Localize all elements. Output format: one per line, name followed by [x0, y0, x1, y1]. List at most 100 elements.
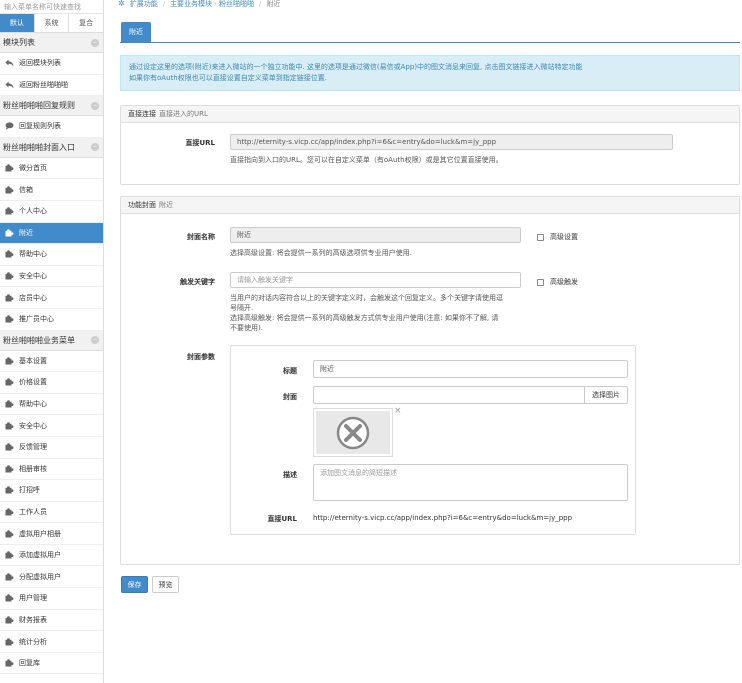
preview-button[interactable]: 预览: [152, 576, 179, 593]
sidebar-item[interactable]: 相册审核: [0, 459, 103, 481]
direct-url-help: 直接指向到入口的URL。您可以在自定义菜单（有oAuth权限）或是其它位置直接使…: [230, 156, 503, 164]
panel-title: 功能封面: [128, 201, 156, 209]
puzzle-icon: [5, 357, 14, 365]
sidebar-item-label: 店员中心: [19, 293, 47, 302]
sidebar-section-title: 粉丝啪啪啪封面入口: [3, 142, 75, 152]
title-input[interactable]: 附近: [313, 360, 628, 378]
sidebar-item[interactable]: 微分首页: [0, 158, 103, 180]
sidebar-item[interactable]: 工作人员: [0, 502, 103, 524]
sidebar-item[interactable]: 返回粉丝啪啪啪: [0, 75, 103, 97]
image-label: 封面: [283, 393, 297, 401]
collapse-icon[interactable]: −: [91, 38, 99, 47]
cover-name-label: 封面名称: [187, 233, 215, 241]
sidebar-item[interactable]: 安全中心: [0, 266, 103, 288]
sidebar-item[interactable]: 帮助中心: [0, 244, 103, 266]
panel-subtitle: 附近: [159, 201, 173, 209]
sidebar-item[interactable]: 个人中心: [0, 201, 103, 223]
puzzle-icon: [5, 378, 14, 386]
sidebar-item-label: 安全中心: [19, 272, 47, 281]
sidebar-section-header[interactable]: 粉丝啪啪啪业务菜单 −: [0, 330, 103, 351]
sidebar-section-header[interactable]: 粉丝啪啪啪回复规则 −: [0, 96, 103, 117]
cover-name-help: 选择高级设置: 将会提供一系列的高级选项供专业用户使用.: [230, 249, 412, 257]
cover-params-label: 封面参数: [187, 353, 215, 361]
keyword-label: 触发关键字: [180, 278, 215, 286]
sidebar-section-header[interactable]: 粉丝啪啪啪封面入口 −: [0, 137, 103, 158]
save-button[interactable]: 保存: [121, 576, 148, 593]
tab-composite[interactable]: 复合: [69, 14, 103, 32]
cover-panel: 功能封面 附近 封面名称 附近 高级设置 选择高级设置: 将会提供一系列的高级选…: [120, 196, 740, 565]
cover-params-box: 标题 附近 封面 选择图片 × 描述 添加图文消息的简短描述 直接URL htt…: [230, 345, 636, 535]
help-line: 当用户的对话内容符合以上的关键字定义时，会触发这个回复定义。多个关键字请使用逗: [230, 294, 503, 302]
tab-underline: [120, 42, 740, 43]
choose-image-button[interactable]: 选择图片: [584, 386, 628, 404]
image-placeholder-icon: [316, 411, 390, 454]
puzzle-icon: [5, 659, 14, 667]
sidebar-item[interactable]: 推广员中心: [0, 309, 103, 331]
sidebar-item-label: 工作人员: [19, 507, 47, 516]
breadcrumb-link-extensions[interactable]: 扩展功能: [130, 0, 158, 9]
sidebar-item-label: 帮助中心: [19, 250, 47, 259]
puzzle-icon: ✲: [118, 0, 125, 8]
reply-icon: [5, 81, 14, 89]
sidebar-item-label: 回复库: [19, 659, 40, 668]
sidebar-item[interactable]: 返回模块列表: [0, 53, 103, 75]
main-content: ✲ 扩展功能 / 主要业务模块 - 粉丝啪啪啪 / 附近 附近 通过设定这里的选…: [104, 0, 742, 683]
image-url-input[interactable]: [313, 386, 585, 404]
puzzle-icon: [5, 421, 14, 430]
panel-title: 直接连接: [128, 110, 156, 118]
checkbox-box: [537, 278, 544, 286]
sidebar-item[interactable]: 价格设置: [0, 372, 103, 394]
sidebar-item[interactable]: 打招呼: [0, 480, 103, 502]
image-preview: [313, 408, 393, 457]
advanced-settings-checkbox[interactable]: 高级设置: [537, 232, 578, 242]
tab-nearby[interactable]: 附近: [121, 22, 151, 42]
keyword-input[interactable]: 请输入触发关键字: [230, 272, 521, 288]
cover-name-field[interactable]: 附近: [230, 227, 521, 243]
remove-image-icon[interactable]: ×: [394, 406, 402, 416]
sidebar-item[interactable]: 安全中心: [0, 415, 103, 437]
collapse-icon[interactable]: −: [91, 336, 99, 345]
puzzle-icon: [5, 207, 14, 215]
collapse-icon[interactable]: −: [91, 101, 99, 110]
puzzle-icon: [5, 185, 14, 194]
sidebar-item[interactable]: 反馈管理: [0, 437, 103, 459]
sidebar-item-label: 打招呼: [19, 486, 40, 495]
sidebar-item[interactable]: 添加虚拟用户: [0, 545, 103, 567]
menu-search-input[interactable]: 输入菜单名称可快速查找: [0, 0, 103, 14]
description-textarea[interactable]: 添加图文消息的简短描述: [313, 464, 628, 501]
sidebar-item[interactable]: 附近: [0, 222, 103, 245]
sidebar-item-label: 价格设置: [19, 378, 47, 387]
sidebar-item-label: 附近: [19, 228, 33, 237]
checkbox-label: 高级设置: [550, 233, 578, 241]
puzzle-icon: [5, 443, 14, 451]
tab-default[interactable]: 默认: [0, 14, 35, 32]
tab-system[interactable]: 系统: [35, 14, 70, 32]
sidebar-item[interactable]: 统计分析: [0, 631, 103, 653]
sidebar-item-label: 财务报表: [19, 615, 47, 624]
help-line: 号隔开.: [230, 304, 254, 312]
puzzle-icon: [5, 272, 14, 280]
puzzle-icon: [5, 250, 14, 258]
checkbox-box: [537, 233, 544, 241]
sidebar-item[interactable]: 回复规则列表: [0, 116, 103, 138]
sidebar-section-header[interactable]: 模块列表 −: [0, 33, 103, 53]
sidebar-item-label: 分配虚拟用户: [19, 572, 61, 581]
direct-url-field[interactable]: http://eternity-s.vicp.cc/app/index.php?…: [230, 134, 673, 150]
sidebar-item[interactable]: 分配虚拟用户: [0, 566, 103, 589]
sidebar-item[interactable]: 虚拟用户相册: [0, 523, 103, 545]
sidebar-item[interactable]: 财务报表: [0, 610, 103, 632]
sidebar-item[interactable]: 店员中心: [0, 287, 103, 309]
sidebar-item-label: 返回粉丝啪啪啪: [19, 80, 68, 89]
breadcrumb-link-module[interactable]: 主要业务模块 - 粉丝啪啪啪: [170, 0, 254, 9]
sidebar-item[interactable]: 基本设置: [0, 351, 103, 373]
sidebar-item[interactable]: 回复库: [0, 653, 103, 675]
sidebar-item[interactable]: 用户管理: [0, 588, 103, 610]
puzzle-icon: [5, 464, 14, 473]
sidebar-item-label: 统计分析: [19, 637, 47, 646]
sidebar-item[interactable]: 信箱: [0, 179, 103, 201]
help-line: 不要使用).: [230, 324, 263, 332]
sidebar-item[interactable]: 帮助中心: [0, 394, 103, 416]
advanced-trigger-checkbox[interactable]: 高级触发: [537, 277, 578, 287]
sidebar-item-label: 个人中心: [19, 207, 47, 216]
collapse-icon[interactable]: −: [91, 143, 99, 152]
